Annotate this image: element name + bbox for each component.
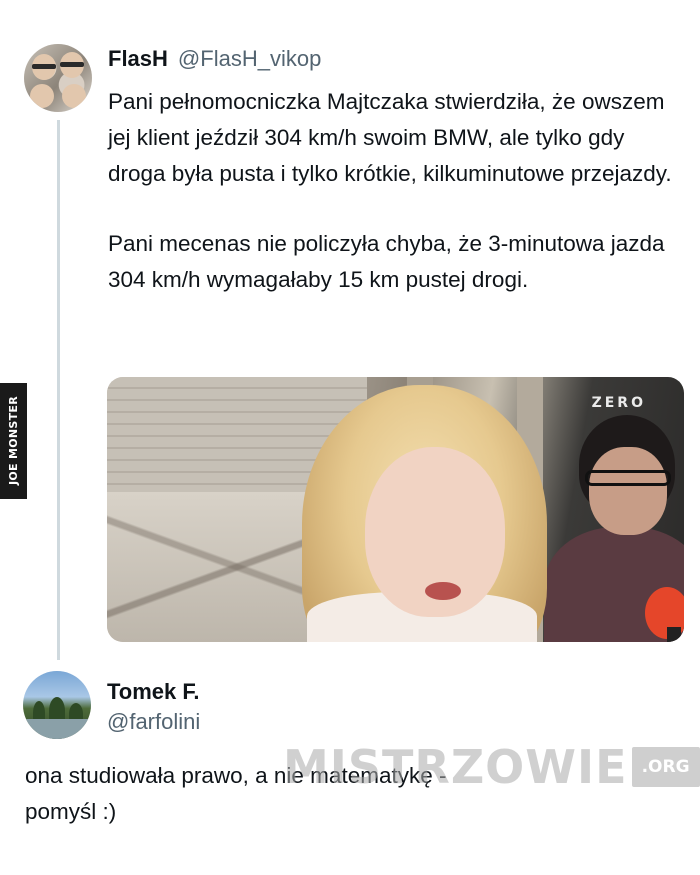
reply-author-name[interactable]: Tomek F. — [107, 679, 200, 705]
avatar-water — [23, 719, 91, 739]
thread-line — [57, 120, 60, 660]
avatar-face-3 — [30, 84, 54, 108]
tweet-text: Pani pełnomocniczka Majtczaka stwierdził… — [108, 84, 678, 298]
joe-monster-watermark: JOE MONSTER — [0, 383, 27, 499]
media-person-glasses — [585, 470, 671, 486]
reply-text: ona studiowała prawo, a nie matematykę -… — [25, 758, 645, 830]
tweet-paragraph: Pani pełnomocniczka Majtczaka stwierdził… — [108, 89, 672, 186]
avatar-face-4 — [62, 84, 86, 108]
avatar-glasses-2 — [60, 62, 84, 67]
author-name[interactable]: FlasH — [108, 46, 168, 72]
media-woman-mouth — [425, 582, 461, 600]
avatar-glasses-1 — [32, 64, 56, 69]
reply-line: ona studiowała prawo, a nie matematykę - — [25, 763, 447, 788]
flash-avatar[interactable] — [24, 44, 92, 112]
author-handle[interactable]: @FlasH_vikop — [178, 46, 321, 72]
reply-author-handle[interactable]: @farfolini — [107, 709, 200, 735]
microphone-handle — [667, 627, 681, 642]
tweet-media-image[interactable]: ZERO — [107, 377, 684, 642]
joe-monster-label: JOE MONSTER — [7, 396, 20, 486]
zero-logo: ZERO — [591, 395, 646, 411]
tomek-avatar[interactable] — [23, 671, 91, 739]
tweet-paragraph: Pani mecenas nie policzyła chyba, że 3-m… — [108, 231, 665, 292]
media-person-face — [589, 447, 667, 535]
tweet-header: FlasH @FlasH_vikop — [108, 46, 321, 76]
reply-line: pomyśl :) — [25, 799, 117, 824]
